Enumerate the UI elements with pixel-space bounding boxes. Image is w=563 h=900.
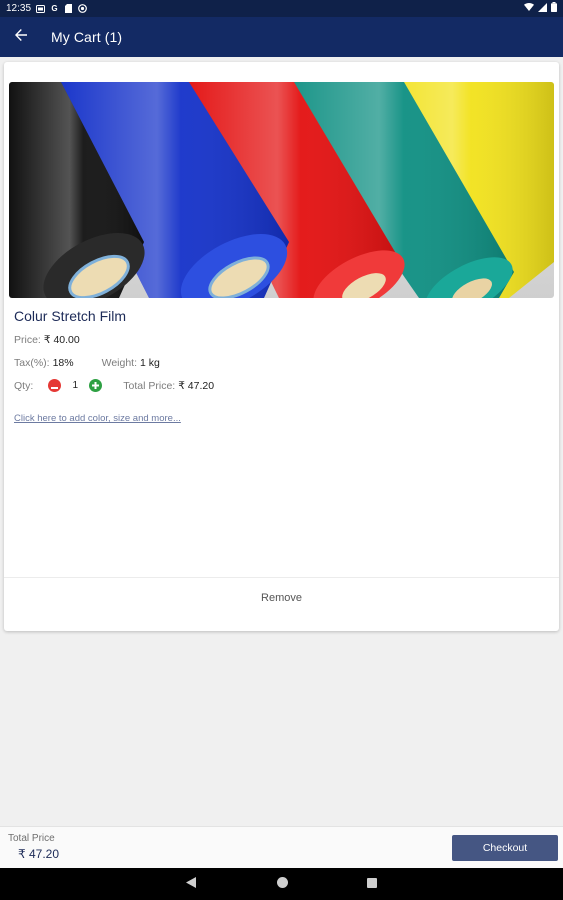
item-total-value: ₹ 47.20 — [178, 379, 215, 392]
weight-value: 1 kg — [140, 357, 160, 369]
decrease-quantity-button[interactable] — [48, 379, 62, 392]
item-total-label: Total Price: — [123, 379, 176, 392]
tax-weight-row: Tax(%): 18% Weight: 1 kg — [14, 357, 160, 369]
system-nav-bar — [0, 868, 563, 900]
wifi-icon — [524, 3, 534, 14]
triangle-back-icon — [186, 875, 196, 893]
price-value: ₹ 40.00 — [43, 334, 80, 346]
record-icon — [78, 4, 87, 13]
quantity-row: Qty: 1 Total Price: ₹ 47.20 — [14, 379, 214, 392]
minus-icon — [51, 380, 59, 392]
tax-label: Tax(%): — [14, 357, 50, 369]
battery-icon — [551, 2, 557, 15]
status-bar: 12:35 G — [0, 0, 563, 17]
quantity-value: 1 — [72, 380, 79, 391]
weight-label: Weight: — [101, 357, 138, 369]
total-price-label: Total Price — [8, 833, 55, 844]
cart-item-card: Colur Stretch Film Price: ₹ 40.00 Tax(%)… — [4, 62, 559, 631]
checkout-bar: Total Price ₹ 47.20 Checkout — [0, 826, 563, 868]
sim-icon — [36, 4, 46, 13]
sd-card-icon — [64, 4, 73, 13]
increase-quantity-button[interactable] — [89, 379, 103, 392]
circle-home-icon — [276, 875, 288, 893]
arrow-left-icon — [14, 28, 28, 47]
price-row: Price: ₹ 40.00 — [14, 334, 80, 346]
tax-value: 18% — [52, 357, 74, 369]
nav-back-button[interactable] — [171, 868, 211, 900]
product-image[interactable] — [9, 82, 554, 298]
checkout-button[interactable]: Checkout — [452, 835, 558, 861]
plus-icon — [92, 380, 100, 392]
qty-label: Qty: — [14, 379, 34, 392]
square-recents-icon — [367, 875, 377, 893]
price-label: Price: — [14, 334, 41, 346]
total-price-value: ₹ 47.20 — [18, 847, 59, 861]
nav-home-button[interactable] — [262, 868, 302, 900]
back-button[interactable] — [1, 17, 41, 57]
remove-button[interactable]: Remove — [4, 578, 559, 617]
nav-recents-button[interactable] — [352, 868, 392, 900]
add-options-link[interactable]: Click here to add color, size and more..… — [14, 413, 181, 424]
status-time: 12:35 — [6, 3, 32, 14]
app-bar: My Cart (1) — [0, 17, 563, 57]
google-icon: G — [51, 4, 58, 13]
product-name[interactable]: Colur Stretch Film — [14, 308, 126, 324]
signal-icon — [538, 2, 547, 15]
page-title: My Cart (1) — [51, 29, 123, 45]
